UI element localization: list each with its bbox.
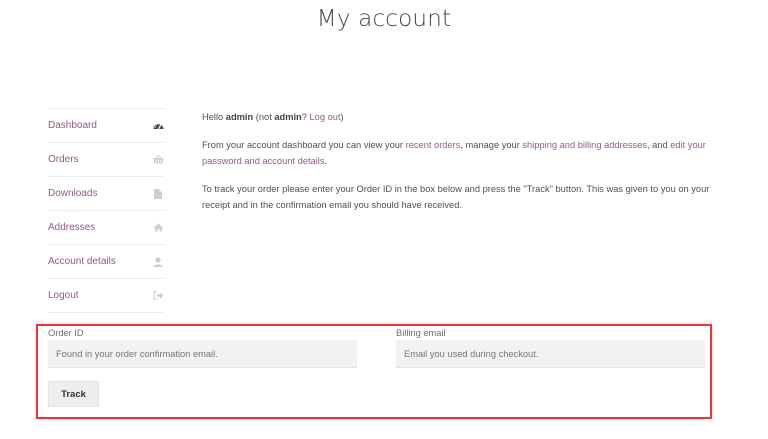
intro-text-4: .	[324, 156, 328, 166]
sign-out-icon	[152, 290, 164, 302]
recent-orders-link[interactable]: recent orders	[406, 140, 461, 150]
dashboard-gauge-icon	[152, 120, 164, 132]
greeting-text: Hello admin (not admin? Log out)	[202, 109, 722, 125]
greeting-not: (not	[253, 112, 275, 122]
nav-item-downloads[interactable]: Downloads	[48, 177, 166, 211]
track-instructions: To track your order please enter your Or…	[202, 184, 710, 210]
dashboard-content: Hello admin (not admin? Log out) From yo…	[202, 109, 722, 225]
billing-email-label: Billing email	[396, 328, 446, 338]
order-tracking-form: Order ID Billing email Track	[36, 324, 712, 419]
nav-item-label: Dashboard	[48, 120, 97, 131]
file-icon	[152, 188, 164, 200]
nav-item-label: Addresses	[48, 222, 96, 233]
order-id-input[interactable]	[48, 340, 357, 368]
greeting-question: ?	[301, 112, 310, 122]
billing-email-input[interactable]	[396, 340, 705, 368]
addresses-link[interactable]: shipping and billing addresses	[522, 140, 647, 150]
page-title: My account	[316, 6, 452, 32]
nav-item-addresses[interactable]: Addresses	[48, 211, 166, 245]
track-button[interactable]: Track	[48, 381, 99, 407]
greeting-close: )	[340, 112, 344, 122]
nav-item-logout[interactable]: Logout	[48, 279, 166, 313]
nav-item-label: Logout	[48, 290, 79, 301]
nav-item-account-details[interactable]: Account details	[48, 245, 166, 279]
nav-item-label: Downloads	[48, 188, 98, 199]
nav-item-label: Account details	[48, 256, 116, 267]
logout-link[interactable]: Log out	[310, 112, 341, 122]
user-icon	[152, 256, 164, 268]
nav-item-orders[interactable]: Orders	[48, 143, 166, 177]
home-icon	[152, 222, 164, 234]
nav-item-dashboard[interactable]: Dashboard	[48, 109, 166, 143]
account-navigation: Dashboard Orders Downloads Addresses Acc…	[48, 108, 166, 313]
greeting-prefix: Hello	[202, 112, 226, 122]
intro-text-3: , and	[646, 140, 671, 150]
order-id-label: Order ID	[48, 328, 84, 338]
intro-text-1: From your account dashboard you can view…	[202, 140, 406, 150]
username-repeat: admin	[274, 112, 302, 122]
username: admin	[225, 112, 254, 122]
intro-text-2: , manage your	[460, 140, 523, 150]
nav-item-label: Orders	[48, 154, 79, 165]
basket-icon	[152, 154, 164, 166]
dashboard-intro: From your account dashboard you can view…	[202, 137, 722, 169]
